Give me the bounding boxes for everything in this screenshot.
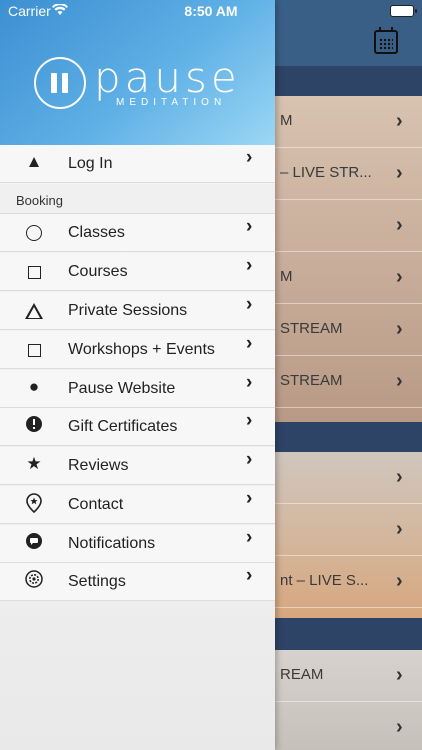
pause-logo: pause MEDITATION <box>34 53 249 112</box>
chevron-right-icon: › <box>396 518 403 540</box>
chevron-right-icon: › <box>246 255 253 276</box>
square-icon <box>28 344 41 357</box>
menu-item-pause-website[interactable]: ● Pause Website › <box>0 370 275 408</box>
menu-item-log-in[interactable]: ▲ Log In › <box>0 145 275 183</box>
clock: 8:50 AM <box>184 3 238 19</box>
chevron-right-icon: › <box>246 449 253 470</box>
chevron-right-icon: › <box>246 410 253 431</box>
chevron-right-icon: › <box>246 147 253 168</box>
side-drawer: pause MEDITATION ▲ Log In › Booking Clas… <box>0 0 275 750</box>
exclamation-icon <box>24 415 44 438</box>
chevron-right-icon: › <box>246 488 253 509</box>
chevron-right-icon: › <box>396 318 403 340</box>
menu-item-label: Workshops + Events <box>68 341 215 358</box>
warning-icon: ▲ <box>25 152 43 171</box>
star-icon: ★ <box>26 454 42 473</box>
chevron-right-icon: › <box>246 527 253 548</box>
menu-item-label: Courses <box>68 263 128 280</box>
menu-item-notifications[interactable]: Notifications › <box>0 525 275 563</box>
pause-icon <box>34 57 86 109</box>
menu-item-settings[interactable]: Settings › <box>0 563 275 601</box>
circle-icon <box>26 225 42 241</box>
chevron-right-icon: › <box>396 370 403 392</box>
location-pin-icon <box>24 493 44 518</box>
status-bar: Carrier 8:50 AM <box>0 0 422 22</box>
logo-subtitle: MEDITATION <box>116 97 227 108</box>
menu-item-private-sessions[interactable]: Private Sessions › <box>0 292 275 330</box>
chevron-right-icon: › <box>246 333 253 354</box>
menu-item-label: Classes <box>68 224 125 241</box>
menu-item-label: Settings <box>68 573 126 590</box>
menu-item-reviews[interactable]: ★ Reviews › <box>0 447 275 485</box>
chevron-right-icon: › <box>246 565 253 586</box>
square-icon <box>28 266 41 279</box>
menu-item-classes[interactable]: Classes › <box>0 214 275 252</box>
menu-item-label: Contact <box>68 496 124 513</box>
chevron-right-icon: › <box>246 216 253 237</box>
menu-item-gift-certificates[interactable]: Gift Certificates › <box>0 408 275 446</box>
chevron-right-icon: › <box>396 162 403 184</box>
chevron-right-icon: › <box>396 466 403 488</box>
chevron-right-icon: › <box>246 294 253 315</box>
section-label-booking: Booking <box>0 184 275 214</box>
battery-icon <box>390 5 417 17</box>
triangle-icon <box>25 303 43 319</box>
menu-item-label: Notifications <box>68 535 156 552</box>
menu-item-label: Log In <box>68 155 113 172</box>
menu-item-label: Pause Website <box>68 380 176 397</box>
chat-bubble-icon <box>24 532 44 555</box>
globe-icon: ● <box>28 377 40 396</box>
chevron-right-icon: › <box>396 570 403 592</box>
menu-item-label: Gift Certificates <box>68 418 178 435</box>
menu-item-contact[interactable]: Contact › <box>0 486 275 524</box>
chevron-right-icon: › <box>396 110 403 132</box>
menu-item-courses[interactable]: Courses › <box>0 253 275 291</box>
menu-item-label: Private Sessions <box>68 302 188 319</box>
chevron-right-icon: › <box>396 664 403 686</box>
chevron-right-icon: › <box>396 214 403 236</box>
calendar-icon[interactable] <box>374 27 398 54</box>
chevron-right-icon: › <box>246 372 253 393</box>
gear-icon <box>24 570 44 593</box>
logo-wordmark: pause <box>94 53 241 102</box>
menu-item-label: Reviews <box>68 457 129 474</box>
chevron-right-icon: › <box>396 266 403 288</box>
chevron-right-icon: › <box>396 716 403 738</box>
menu-item-workshops-events[interactable]: Workshops + Events › <box>0 331 275 369</box>
